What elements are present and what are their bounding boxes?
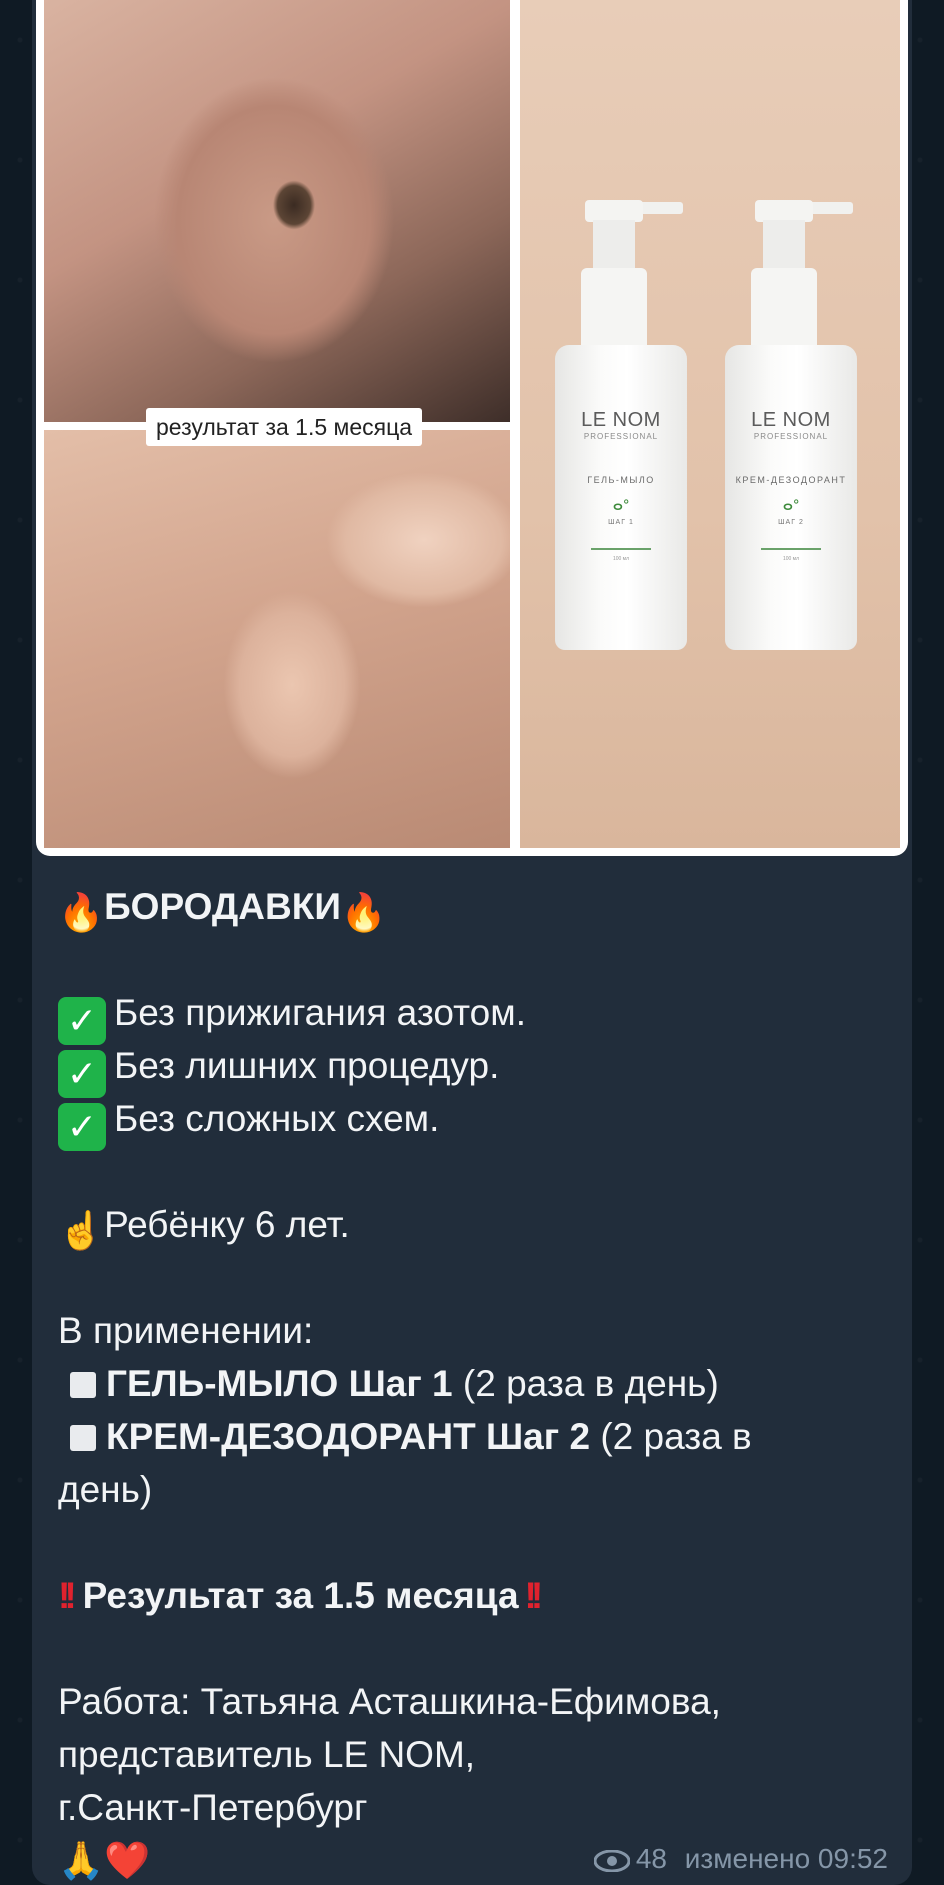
bottle-step: ШАГ 1	[608, 519, 634, 526]
edited-timestamp: изменено 09:52	[684, 1843, 888, 1874]
credit-line: г.Санкт-Петербург	[58, 1787, 368, 1828]
product-photo: LE NOM PROFESSIONAL ГЕЛЬ-МЫЛО ⴰᐤ ШАГ 1 1…	[520, 0, 900, 848]
benefit-item: ✓ Без сложных схем.	[58, 1092, 898, 1151]
check-icon: ✓	[58, 1050, 106, 1098]
usage-item: КРЕМ-ДЕЗОДОРАНТ Шаг 2 (2 раза в	[58, 1410, 898, 1463]
usage-heading: В применении:	[58, 1310, 314, 1351]
leaf-icon	[761, 548, 821, 550]
bottle-product: КРЕМ-ДЕЗОДОРАНТ	[735, 475, 847, 485]
photo-label: результат за 1.5 месяца	[146, 408, 423, 446]
drops-icon: ⴰᐤ	[612, 497, 630, 514]
product-bottle: LE NOM PROFESSIONAL ГЕЛЬ-МЫЛО ⴰᐤ ШАГ 1 1…	[555, 200, 705, 660]
post-title: 🔥БОРОДАВКИ🔥	[58, 880, 898, 933]
check-icon: ✓	[58, 997, 106, 1045]
photo-divider	[510, 0, 520, 848]
square-icon	[70, 1372, 96, 1398]
usage-item-continued: день)	[58, 1469, 153, 1510]
message-text: 🔥БОРОДАВКИ🔥 ✓ Без прижигания азотом. ✓ Без…	[58, 880, 898, 1885]
check-icon: ✓	[58, 1103, 106, 1151]
square-icon	[70, 1425, 96, 1451]
bottle-brand: LE NOM	[751, 409, 831, 431]
bottle-brand-sub: PROFESSIONAL	[583, 432, 659, 441]
product-bottle: LE NOM PROFESSIONAL КРЕМ-ДЕЗОДОРАНТ ⴰᐤ Ш…	[725, 200, 875, 660]
bottle-brand-sub: PROFESSIONAL	[753, 432, 829, 441]
usage-item: ГЕЛЬ-МЫЛО Шаг 1 (2 раза в день)	[58, 1357, 898, 1410]
bottle-product: ГЕЛЬ-МЫЛО	[587, 475, 655, 485]
fire-icon: 🔥	[58, 892, 105, 933]
views-eye-icon	[593, 1845, 631, 1881]
double-exclamation-icon: !!	[58, 1575, 76, 1616]
result-line: !! Результат за 1.5 месяца!!	[58, 1575, 543, 1616]
photo-collage[interactable]: результат за 1.5 месяца LE NOM PROFESSIO…	[36, 0, 908, 856]
bottle-volume: 100 мл	[612, 556, 630, 562]
benefit-item: ✓ Без прижигания азотом.	[58, 986, 898, 1045]
credit-line: представитель LE NOM,	[58, 1734, 476, 1775]
view-count: 48	[635, 1843, 667, 1874]
photo-before	[44, 0, 510, 422]
leaf-icon	[591, 548, 651, 550]
child-age: ☝️Ребёнку 6 лет.	[58, 1198, 898, 1251]
bottle-step: ШАГ 2	[778, 519, 804, 526]
benefit-item: ✓ Без лишних процедур.	[58, 1039, 898, 1098]
credit-line: Работа: Татьяна Асташкина-Ефимова,	[58, 1681, 721, 1722]
photo-after	[44, 430, 510, 848]
bottle-brand: LE NOM	[581, 409, 661, 431]
double-exclamation-icon: !!	[524, 1575, 543, 1616]
bottle-volume: 100 мл	[782, 556, 800, 562]
message-bubble[interactable]: результат за 1.5 месяца LE NOM PROFESSIO…	[32, 0, 912, 1885]
fire-icon: 🔥	[340, 892, 387, 933]
pointing-up-icon: ☝️	[58, 1210, 105, 1251]
drops-icon: ⴰᐤ	[782, 497, 800, 514]
message-meta: 48 изменено 09:52	[593, 1841, 888, 1881]
